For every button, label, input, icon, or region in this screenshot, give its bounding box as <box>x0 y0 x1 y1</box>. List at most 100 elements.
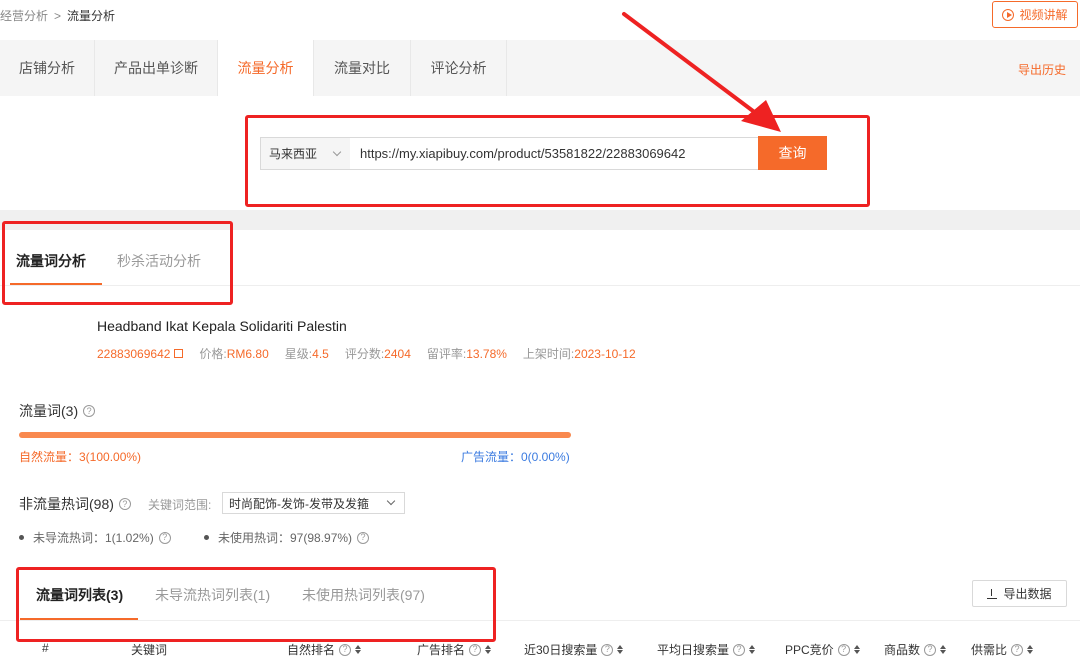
review-rate-label: 留评率: <box>426 347 467 361</box>
price-label: 价格: <box>199 347 227 361</box>
bullet-icon <box>204 535 209 540</box>
tab-label: 店铺分析 <box>19 60 75 76</box>
col-label: 广告排名 <box>417 643 466 657</box>
rating-label: 星级: <box>284 347 313 361</box>
col-header-product-count[interactable]: 商品数? <box>884 641 947 658</box>
help-icon[interactable]: ? <box>837 643 850 656</box>
keyword-scope-select[interactable]: 时尚配饰-发饰-发带及发箍 <box>222 492 405 514</box>
help-icon[interactable]: ? <box>1011 643 1024 656</box>
product-id-link[interactable]: 22883069642 <box>97 347 170 361</box>
natural-traffic-fill <box>19 432 571 438</box>
help-icon[interactable]: ? <box>118 498 131 510</box>
sort-icon[interactable] <box>749 645 756 654</box>
query-button[interactable]: 查询 <box>758 136 827 170</box>
product-meta-row: 22883069642 价格: RM6.80 星级: 4.5 评分数: 2404 留评… <box>97 345 636 362</box>
list-tab-active-indicator <box>20 618 138 620</box>
chevron-down-icon <box>332 147 342 157</box>
tab-unused-word-list[interactable]: 未使用热词列表(97) <box>302 585 425 605</box>
tab-label: 评论分析 <box>430 60 487 76</box>
help-icon[interactable]: ? <box>924 643 937 656</box>
help-icon[interactable]: ? <box>357 531 370 544</box>
col-header-keyword: 关键词 <box>131 641 167 658</box>
col-label: 平均日搜索量 <box>657 643 730 657</box>
tab-label: 产品出单诊断 <box>114 60 198 76</box>
subtab-active-indicator <box>10 283 102 285</box>
tab-undirected-word-list[interactable]: 未导流热词列表(1) <box>155 585 270 605</box>
tab-review-analysis[interactable]: 评论分析 <box>411 40 507 96</box>
product-title[interactable]: Headband Ikat Kepala Solidariti Palestin <box>97 318 347 334</box>
col-label: 自然排名 <box>287 643 336 657</box>
tab-shop-analysis[interactable]: 店铺分析 <box>0 40 95 96</box>
col-header-index: # <box>42 641 49 655</box>
col-header-daily-search[interactable]: 平均日搜索量? <box>657 641 756 658</box>
col-header-natural-rank[interactable]: 自然排名? <box>287 641 362 658</box>
col-header-ad-rank[interactable]: 广告排名? <box>417 641 492 658</box>
stat-undirected-hot-words: 未导流热词：1(1.02%) ? <box>19 529 171 546</box>
export-data-button[interactable]: 导出数据 <box>972 580 1067 607</box>
tab-traffic-word-list[interactable]: 流量词列表(3) <box>36 585 123 605</box>
subtab-traffic-words[interactable]: 流量词分析 <box>16 251 86 271</box>
sort-icon[interactable] <box>1027 645 1034 654</box>
tab-traffic-compare[interactable]: 流量对比 <box>314 40 411 96</box>
non-traffic-title: 非流量热词(98) <box>19 496 114 512</box>
listed-value: 2023-10-12 <box>574 346 636 361</box>
natural-traffic-label: 自然流量：3(100.00%) <box>19 450 142 464</box>
video-tutorial-label: 视频讲解 <box>1019 8 1068 22</box>
chevron-down-icon <box>386 496 396 506</box>
traffic-words-title: 流量词(3) <box>19 403 79 419</box>
sort-icon[interactable] <box>485 645 492 654</box>
breadcrumb-separator: > <box>54 8 62 23</box>
col-label: PPC竞价 <box>785 643 834 657</box>
help-icon[interactable]: ? <box>83 405 96 417</box>
sort-icon[interactable] <box>617 645 624 654</box>
subtab-baseline <box>0 285 1080 286</box>
col-header-supply-demand[interactable]: 供需比? <box>971 641 1034 658</box>
col-header-ppc-bid[interactable]: PPC竞价? <box>785 641 860 658</box>
download-icon <box>987 588 998 599</box>
stat-unused-hot-words: 未使用热词：97(98.97%) ? <box>204 529 370 546</box>
sort-icon[interactable] <box>940 645 947 654</box>
bullet-icon <box>19 535 24 540</box>
top-bar <box>0 0 1080 40</box>
listed-label: 上架时间: <box>522 347 575 361</box>
tab-product-diagnosis[interactable]: 产品出单诊断 <box>95 40 218 96</box>
traffic-words-section-title: 流量词(3) ? <box>19 401 96 421</box>
non-traffic-section-title: 非流量热词(98) ? <box>19 494 131 514</box>
tab-traffic-analysis[interactable]: 流量分析 <box>218 40 314 96</box>
breadcrumb: 经营分析 > 流量分析 <box>0 7 115 24</box>
col-label: 近30日搜索量 <box>524 643 598 657</box>
help-icon[interactable]: ? <box>469 643 482 656</box>
traffic-share-bar <box>19 432 571 438</box>
section-divider <box>0 210 1080 230</box>
stat-unused-text: 未使用热词：97(98.97%) <box>218 531 353 545</box>
external-link-icon[interactable] <box>174 349 184 358</box>
help-icon[interactable]: ? <box>158 531 171 544</box>
product-url-input[interactable] <box>350 137 759 170</box>
keyword-scope-label: 关键词范围: <box>148 498 212 512</box>
export-data-label: 导出数据 <box>1003 587 1052 601</box>
tab-label: 流量分析 <box>237 60 294 76</box>
help-icon[interactable]: ? <box>339 643 352 656</box>
sort-icon[interactable] <box>853 645 860 654</box>
breadcrumb-parent[interactable]: 经营分析 <box>0 7 48 24</box>
help-icon[interactable]: ? <box>733 643 746 656</box>
play-circle-icon <box>1002 8 1015 21</box>
reviews-value: 2404 <box>384 346 411 361</box>
ad-traffic-label: 广告流量：0(0.00%) <box>461 450 570 464</box>
breadcrumb-current: 流量分析 <box>67 9 116 23</box>
sort-icon[interactable] <box>355 645 362 654</box>
keyword-scope-value: 时尚配饰-发饰-发带及发箍 <box>229 496 369 511</box>
stat-undirected-text: 未导流热词：1(1.02%) <box>33 531 154 545</box>
country-select[interactable]: 马来西亚 <box>260 137 351 170</box>
subtab-flash-sale[interactable]: 秒杀活动分析 <box>117 251 201 271</box>
list-tab-baseline <box>0 620 1080 621</box>
video-tutorial-button[interactable]: 视频讲解 <box>992 1 1078 28</box>
col-header-30day-search[interactable]: 近30日搜索量? <box>524 641 624 658</box>
review-rate-value: 13.78% <box>466 346 507 361</box>
export-history-link[interactable]: 导出历史 <box>1018 61 1066 78</box>
price-value: RM6.80 <box>226 346 269 361</box>
country-value: 马来西亚 <box>269 147 318 161</box>
help-icon[interactable]: ? <box>601 643 614 656</box>
col-label: 关键词 <box>131 643 168 657</box>
col-label: 商品数 <box>884 643 921 657</box>
